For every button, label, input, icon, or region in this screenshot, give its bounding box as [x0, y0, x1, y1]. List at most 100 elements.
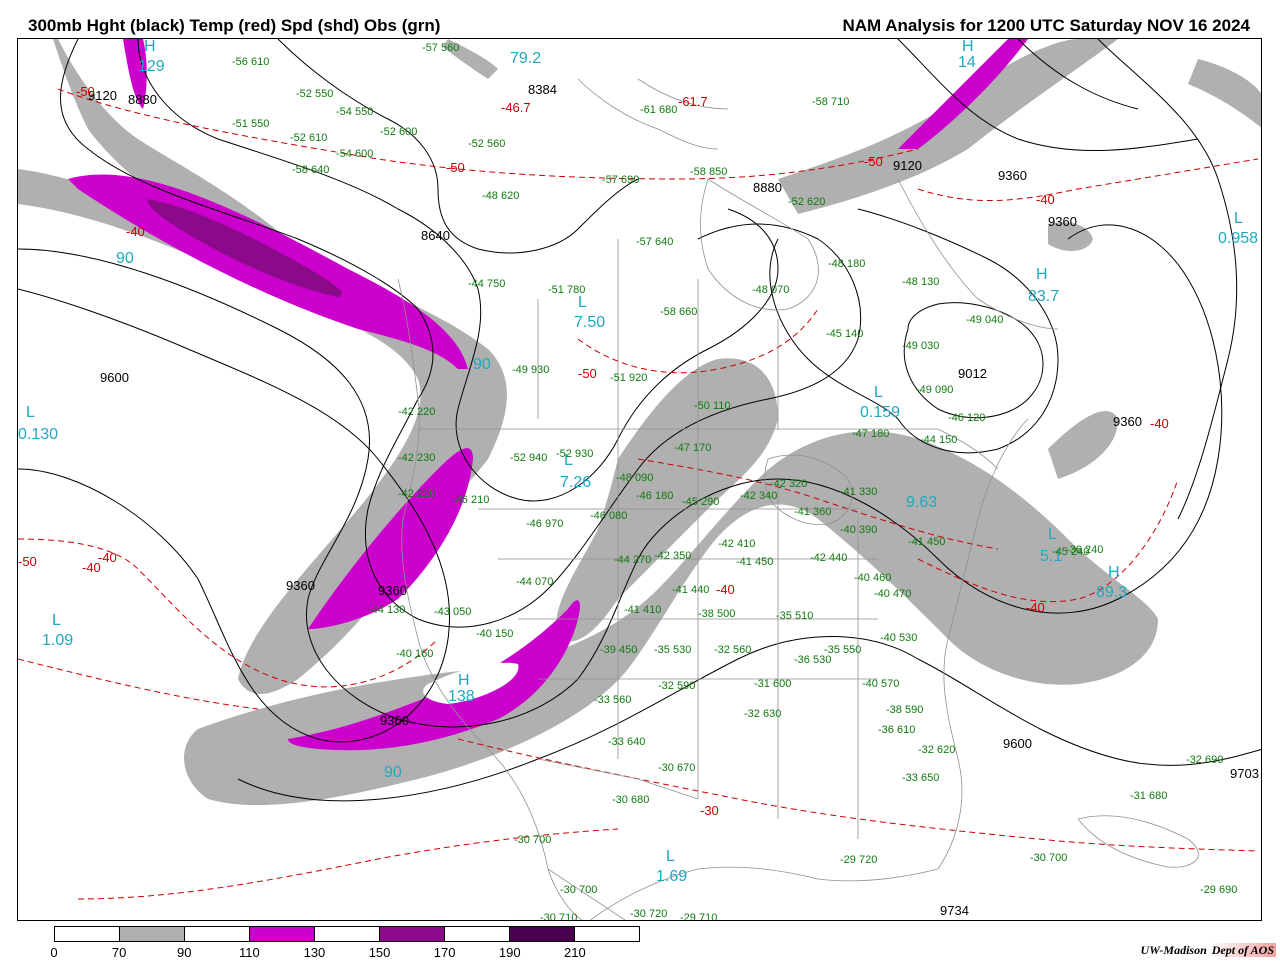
obs-station: -41 330	[840, 486, 878, 498]
obs-station: -54 600	[336, 148, 374, 160]
speed-low-marker: L	[578, 294, 587, 311]
obs-station: -30 700	[514, 834, 552, 846]
speed-value: 83.7	[1028, 288, 1060, 305]
temp-label: -40	[1036, 192, 1055, 207]
speed-high-marker: H	[458, 672, 470, 689]
legend-swatch	[445, 927, 510, 941]
legend-tick-label: 110	[238, 945, 260, 960]
temp-label: -40	[716, 582, 735, 597]
obs-station: -42 320	[770, 478, 808, 490]
obs-station: -49 930	[512, 364, 550, 376]
height-label: 9703	[1230, 766, 1259, 781]
obs-station: -30 710	[540, 912, 578, 921]
obs-station: -40 390	[840, 524, 878, 536]
obs-station: -33 560	[594, 694, 632, 706]
obs-station: -42 340	[740, 490, 778, 502]
speed-value: 7.50	[574, 314, 606, 331]
contour-9360-east	[769, 208, 1059, 454]
obs-station: -48 180	[828, 258, 866, 270]
height-label: 9600	[1003, 736, 1032, 751]
legend-swatch	[55, 927, 120, 941]
height-label: 9360	[286, 578, 315, 593]
obs-station: -41 450	[736, 556, 774, 568]
obs-station: -51 920	[610, 372, 648, 384]
height-label: 9360	[1113, 414, 1142, 429]
height-label: 9120	[893, 158, 922, 173]
obs-station: -52 930	[556, 448, 594, 460]
obs-station: -30 700	[560, 884, 598, 896]
contour-8640	[277, 39, 639, 254]
wind-speed-shading	[18, 39, 1261, 806]
obs-station: -32 590	[658, 680, 696, 692]
obs-station: -39 450	[600, 644, 638, 656]
speed-value: 1.09	[42, 632, 74, 649]
speed-high-marker: H	[1108, 564, 1120, 581]
speed-value: 7.26	[560, 474, 592, 491]
obs-station: -47 180	[852, 428, 890, 440]
temp-label: -46.7	[501, 100, 531, 115]
obs-station: -52 610	[290, 132, 328, 144]
height-label: 9734	[940, 903, 969, 918]
height-label: 9012	[958, 366, 987, 381]
contour-9600-east	[1097, 39, 1238, 520]
obs-station: -43 050	[434, 606, 472, 618]
obs-station: -32 620	[918, 744, 956, 756]
speed-value: 0.958	[1218, 230, 1259, 247]
speed-value: 90	[116, 250, 134, 267]
speed-value: 1.69	[656, 868, 688, 885]
speed-legend-ticks: 0 70 90 110 130 150 170 190 210	[50, 945, 640, 961]
temp-label: -50	[18, 554, 37, 569]
obs-station: -44 130	[368, 604, 406, 616]
legend-swatch	[250, 927, 315, 941]
speed-value: 89.3	[1096, 584, 1128, 601]
obs-station: -40 570	[862, 678, 900, 690]
height-label: 8880	[128, 92, 157, 107]
obs-station: -41 440	[672, 584, 710, 596]
obs-station: -48 620	[482, 190, 520, 202]
obs-station: -42 440	[810, 552, 848, 564]
obs-station: -44 070	[516, 576, 554, 588]
obs-station: -30 700	[1030, 852, 1068, 864]
obs-station: -31 600	[754, 678, 792, 690]
speed-high-marker: H	[144, 38, 156, 55]
temp-label: -30	[700, 803, 719, 818]
temp-label: -50	[76, 84, 95, 99]
height-contours	[18, 39, 1261, 802]
legend-tick-label: 210	[564, 945, 586, 960]
obs-station: -42 220	[398, 488, 436, 500]
weather-map: 9120 8880 8640 8384 8880 9120 9360 9360 …	[17, 38, 1262, 921]
obs-station: -49 090	[916, 384, 954, 396]
obs-station: -35 550	[824, 644, 862, 656]
jet-gray-east2	[1048, 410, 1118, 479]
obs-station: -41 450	[908, 536, 946, 548]
height-label: 9360	[998, 168, 1027, 183]
height-label: 8384	[528, 82, 557, 97]
temp-label: -40	[126, 224, 145, 239]
obs-station: -42 230	[398, 452, 436, 464]
credit-dept: Dept of AOS	[1209, 943, 1276, 957]
obs-station: -52 600	[380, 126, 418, 138]
obs-station: -40 150	[476, 628, 514, 640]
legend-swatch	[185, 927, 250, 941]
obs-station: -58 660	[660, 306, 698, 318]
speed-value: 129	[138, 58, 165, 75]
speed-value: 79.2	[510, 50, 542, 67]
isotherm-40-sw	[18, 658, 259, 710]
obs-station: -29 690	[1200, 884, 1238, 896]
obs-station: -48 130	[902, 276, 940, 288]
obs-station: -30 670	[658, 762, 696, 774]
obs-station: -57 640	[636, 236, 674, 248]
speed-value: 14	[958, 54, 976, 71]
legend-tick-label: 90	[176, 945, 192, 960]
obs-station: -40 160	[396, 648, 434, 660]
jet-gray-north	[778, 39, 1118, 214]
speed-value: 138	[448, 688, 475, 705]
speed-low-marker: L	[26, 404, 35, 421]
temp-label: -40	[1150, 416, 1169, 431]
obs-station: -33 640	[608, 736, 646, 748]
obs-station: -33 650	[902, 772, 940, 784]
obs-station: -52 940	[510, 452, 548, 464]
obs-station: -35 530	[654, 644, 692, 656]
temp-label: -40	[1026, 600, 1045, 615]
obs-station: -56 610	[232, 56, 270, 68]
